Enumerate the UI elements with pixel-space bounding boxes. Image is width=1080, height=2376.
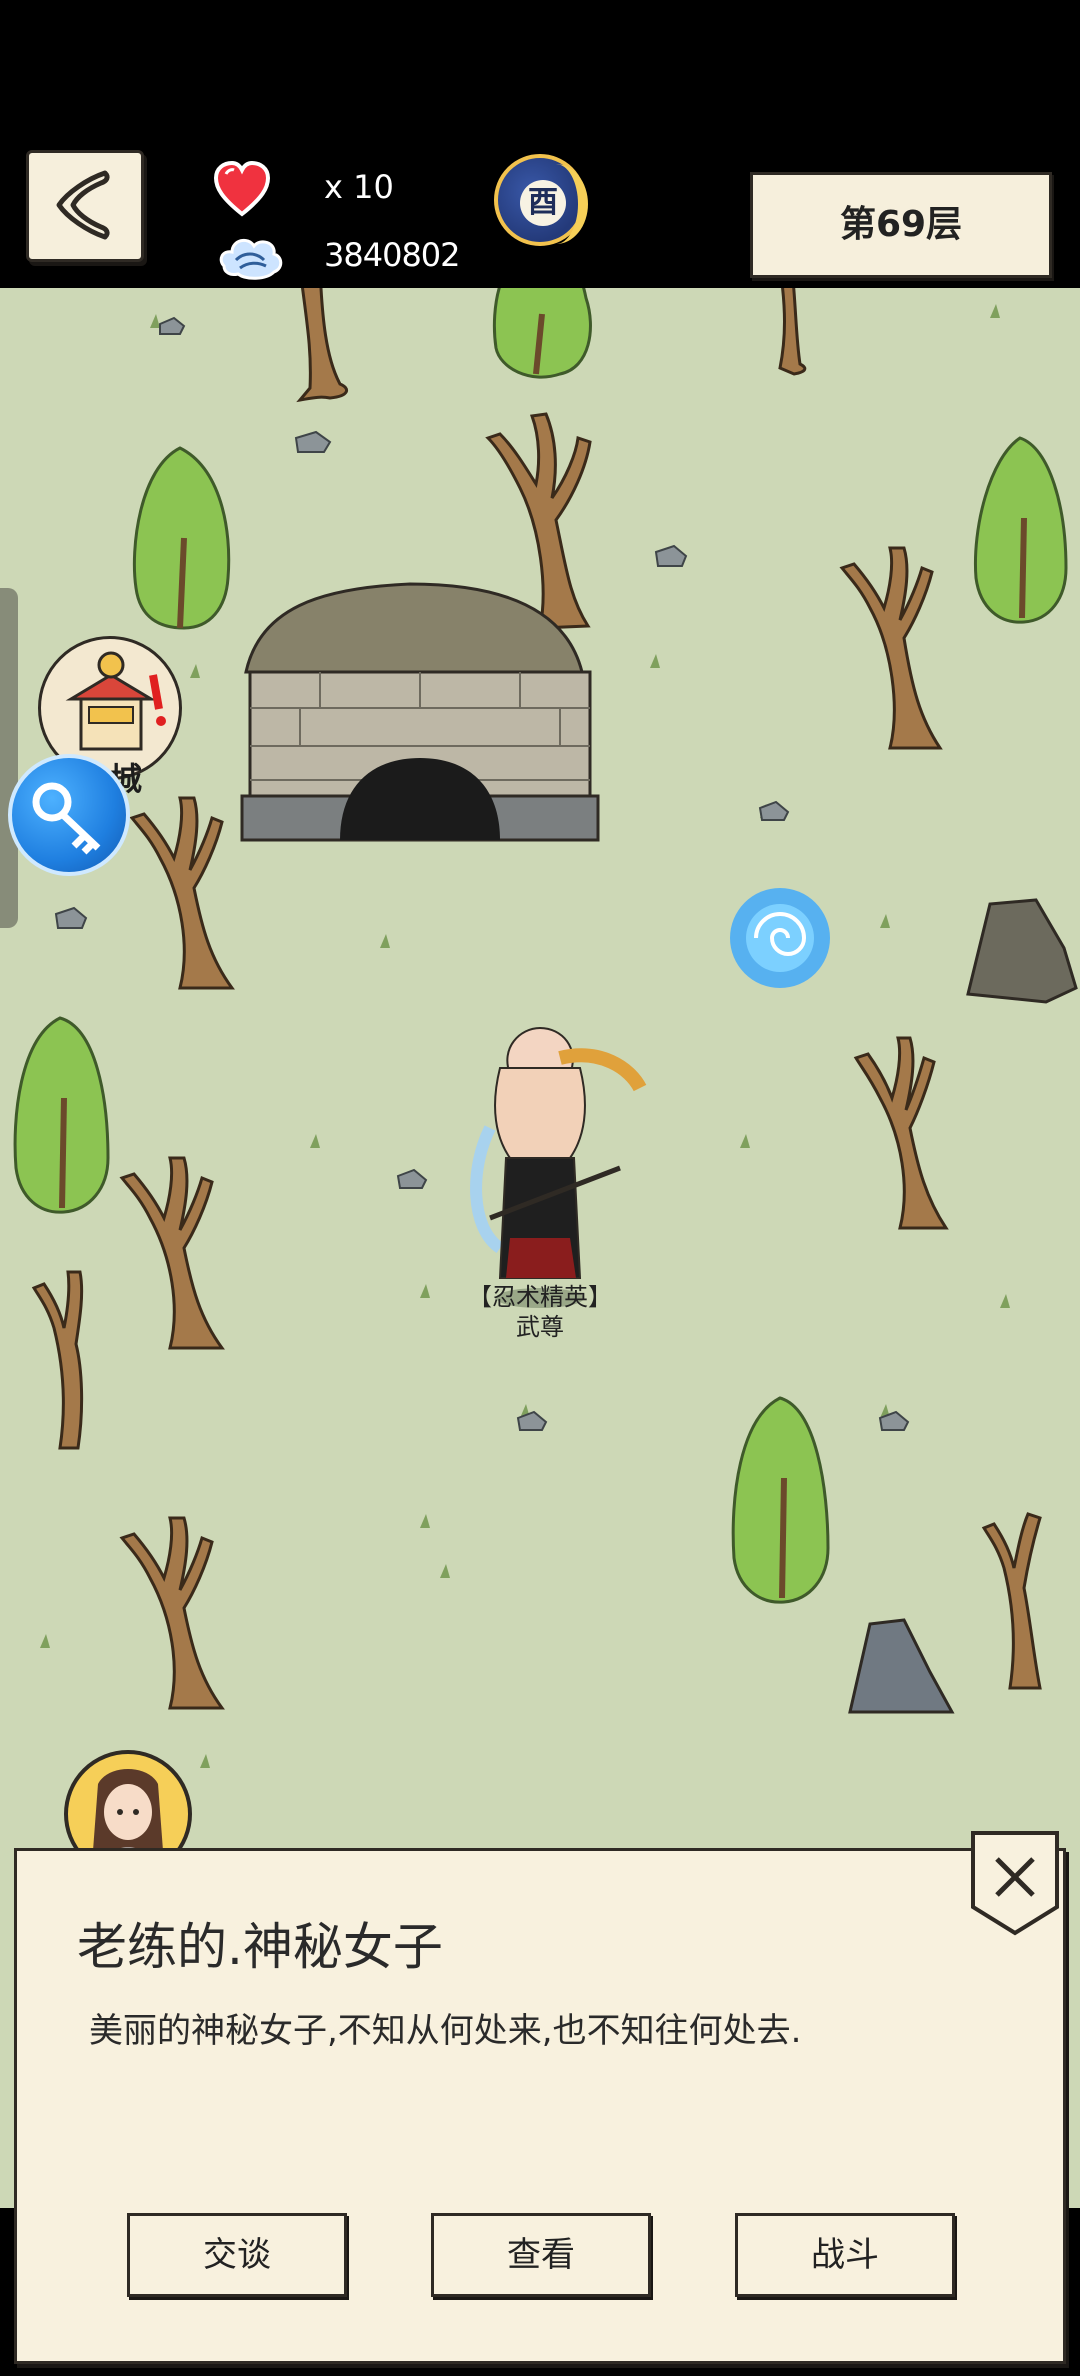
coin-count: 3840802 <box>324 236 461 274</box>
key-icon[interactable] <box>8 754 130 876</box>
npc-name: 武尊 <box>516 1313 564 1341</box>
rock-pile <box>848 1618 955 1714</box>
back-button[interactable] <box>26 150 144 262</box>
cloud-coin-icon <box>219 238 283 280</box>
close-icon[interactable] <box>969 1829 1061 1939</box>
dialog-title: 老练的.神秘女子 <box>77 1918 443 1976</box>
npc-dialog: 老练的.神秘女子 美丽的神秘女子,不知从何处来,也不知往何处去. 交谈 查看 战… <box>14 1831 1066 2364</box>
time-glyph: 酉 <box>520 180 566 226</box>
talk-button[interactable]: 交谈 <box>127 2213 347 2297</box>
boulder <box>966 898 1078 1004</box>
ninja-npc <box>470 1026 647 1308</box>
moon-time-icon[interactable]: 酉 <box>494 154 588 246</box>
top-hud: x 10 3840802 酉 第69层 <box>0 0 1080 288</box>
npc-label[interactable]: 【忍术精英】 武尊 <box>440 1282 640 1342</box>
stone-cave <box>240 582 600 842</box>
lives-count: x 10 <box>324 168 394 206</box>
npc-title: 【忍术精英】 <box>468 1283 612 1311</box>
floor-indicator: 第69层 <box>750 172 1052 278</box>
game-screen: x 10 3840802 酉 第69层 城 【忍术精英】 武尊 老练的.神秘女子… <box>0 0 1080 2376</box>
key-graphic <box>32 782 101 855</box>
close-shield-graphic <box>971 1831 1059 1936</box>
heart-icon <box>213 160 271 217</box>
fight-button[interactable]: 战斗 <box>735 2213 955 2297</box>
dialog-description: 美丽的神秘女子,不知从何处来,也不知往何处去. <box>89 2011 802 2051</box>
inspect-button[interactable]: 查看 <box>431 2213 651 2297</box>
back-chevron-icon <box>56 170 110 240</box>
portal-icon <box>730 888 830 988</box>
